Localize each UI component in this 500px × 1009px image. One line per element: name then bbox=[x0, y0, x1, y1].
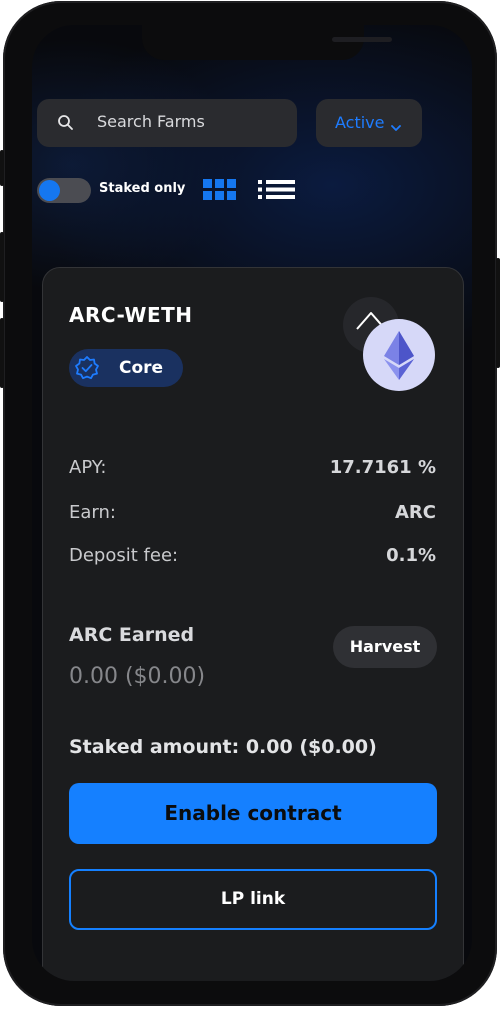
arc-earned-value: 0.00 ($0.00) bbox=[69, 664, 206, 689]
phone-side-button bbox=[0, 318, 4, 388]
staked-amount: Staked amount: 0.00 ($0.00) bbox=[69, 736, 377, 758]
apy-value: 17.7161 % bbox=[329, 457, 436, 478]
enable-contract-button[interactable]: Enable contract bbox=[69, 783, 437, 844]
search-farms-input[interactable]: Search Farms bbox=[37, 99, 297, 147]
notch bbox=[142, 25, 392, 60]
status-filter-value: Active bbox=[335, 113, 385, 132]
list-view-icon[interactable] bbox=[258, 180, 295, 203]
deposit-fee-value: 0.1% bbox=[386, 545, 436, 566]
farm-pair-title: ARC-WETH bbox=[69, 303, 193, 327]
staked-only-toggle[interactable] bbox=[37, 178, 91, 203]
arc-earned-label: ARC Earned bbox=[69, 624, 195, 646]
staked-only-label: Staked only bbox=[99, 181, 186, 196]
earn-value: ARC bbox=[394, 502, 436, 523]
core-badge-label: Core bbox=[119, 358, 164, 378]
eth-token-icon bbox=[363, 319, 435, 391]
app-screen: Search Farms Active Staked only ARC-WETH… bbox=[32, 25, 472, 981]
core-badge: Core bbox=[69, 349, 183, 387]
phone-side-button bbox=[0, 150, 4, 186]
toggle-knob bbox=[39, 180, 60, 201]
status-filter-dropdown[interactable]: Active bbox=[316, 99, 422, 147]
phone-side-button bbox=[496, 258, 500, 368]
phone-side-button bbox=[0, 232, 4, 302]
speaker bbox=[332, 37, 392, 42]
grid-view-icon[interactable] bbox=[203, 179, 236, 204]
chevron-down-icon bbox=[390, 117, 402, 136]
search-icon bbox=[57, 114, 74, 135]
harvest-button[interactable]: Harvest bbox=[333, 626, 437, 668]
phone-frame: Search Farms Active Staked only ARC-WETH… bbox=[3, 1, 497, 1006]
verified-icon bbox=[75, 356, 99, 380]
farm-card: ARC-WETH Core APY: 17.7161 % Earn: ARC D… bbox=[42, 267, 464, 981]
search-placeholder: Search Farms bbox=[97, 112, 205, 131]
lp-link-button[interactable]: LP link bbox=[69, 869, 437, 930]
deposit-fee-label: Deposit fee: bbox=[69, 545, 179, 566]
earn-label: Earn: bbox=[69, 502, 116, 523]
apy-label: APY: bbox=[69, 457, 107, 478]
